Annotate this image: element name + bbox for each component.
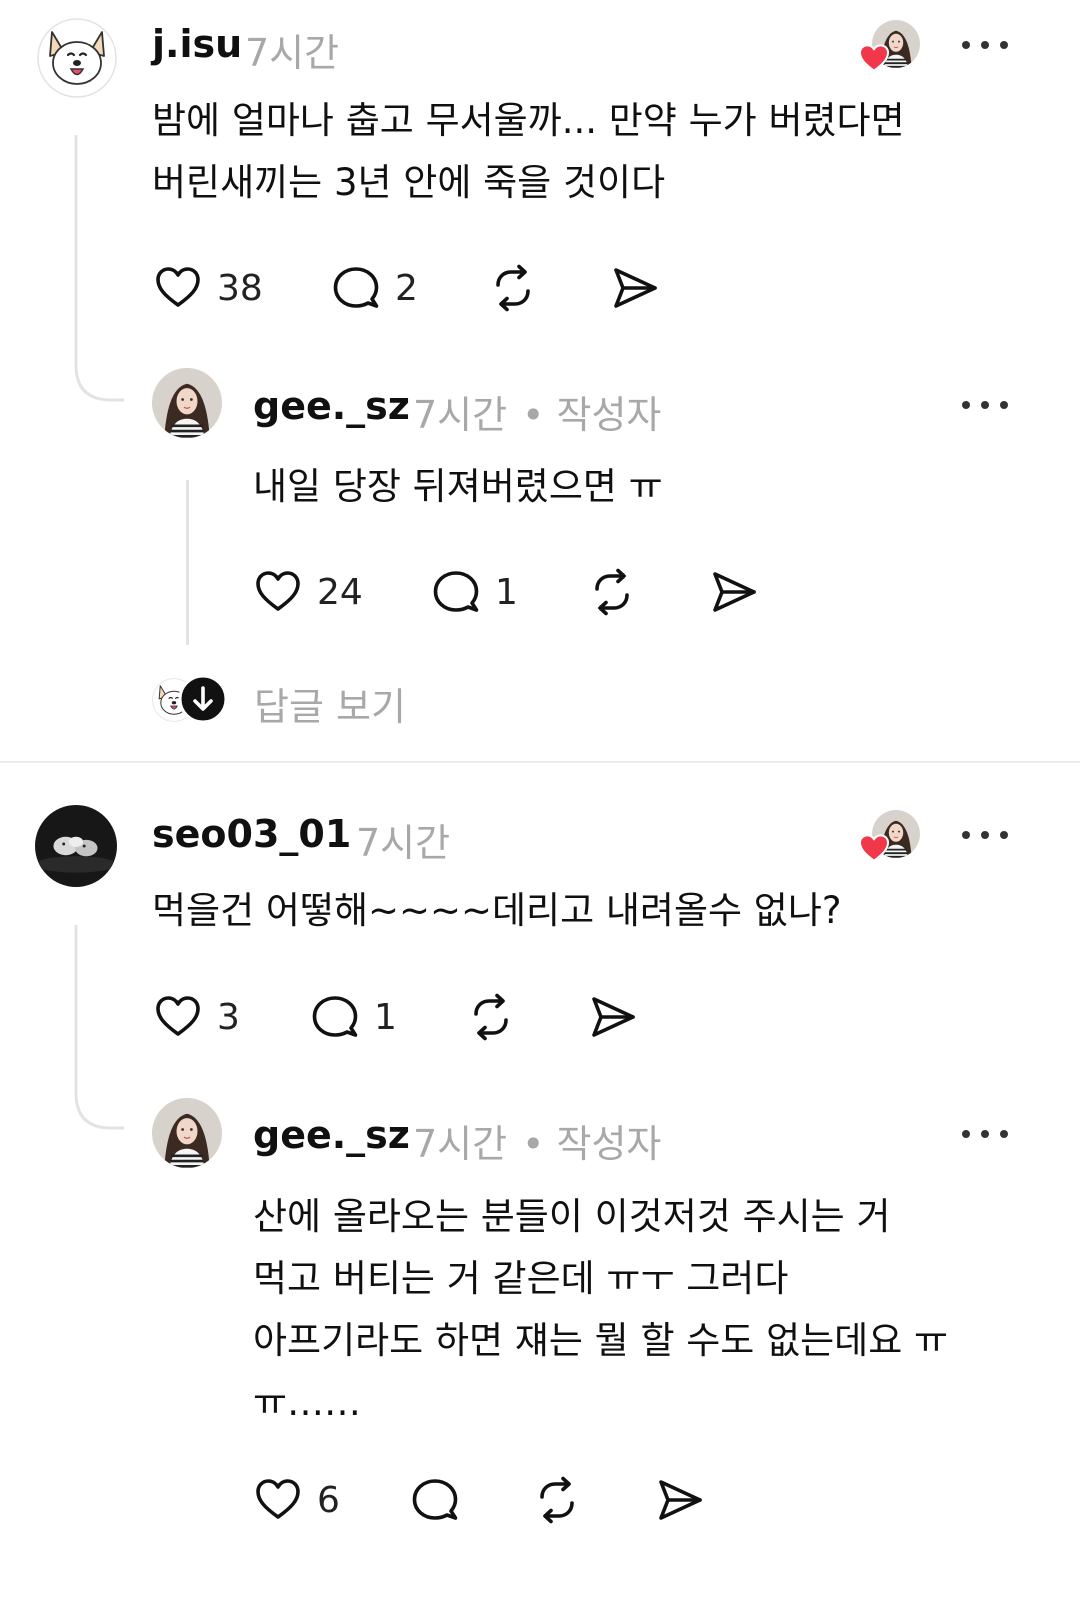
- thread-line: [186, 480, 189, 645]
- like-count: 3: [217, 996, 240, 1038]
- send-icon: [655, 1476, 705, 1524]
- dog-avatar-icon: [37, 18, 117, 98]
- more-dots-icon[interactable]: [962, 827, 1008, 843]
- avatar[interactable]: [37, 18, 117, 98]
- comment-bubble-icon: [331, 264, 381, 312]
- send-icon: [610, 264, 660, 312]
- timestamp: 7시간: [413, 393, 508, 437]
- repost-icon: [488, 264, 538, 312]
- send-icon: [709, 568, 759, 616]
- repost-button[interactable]: [587, 568, 637, 616]
- comment-text: 산에 올라오는 분들이 이것저것 주시는 거 먹고 버티는 거 같은데 ㅠㅜ 그…: [253, 1195, 949, 1424]
- view-replies-label: 답글 보기: [254, 685, 406, 729]
- username[interactable]: gee._sz: [253, 1113, 410, 1157]
- share-button[interactable]: [709, 568, 759, 616]
- avatar[interactable]: [35, 805, 117, 887]
- reply-count: 2: [395, 267, 418, 309]
- like-count: 38: [217, 267, 263, 309]
- send-icon: [588, 993, 638, 1041]
- username[interactable]: j.isu: [152, 22, 242, 66]
- red-heart-badge-icon: [858, 42, 890, 74]
- username[interactable]: seo03_01: [152, 812, 351, 856]
- avatar[interactable]: [152, 368, 222, 438]
- divider: [0, 761, 1080, 763]
- comment-bubble-icon: [410, 1476, 460, 1524]
- share-button[interactable]: [588, 993, 638, 1041]
- more-dots-icon[interactable]: [962, 37, 1008, 53]
- timestamp: 7시간: [245, 31, 340, 75]
- comment-text: 먹을건 어떻해~~~~데리고 내려올수 없나?: [152, 889, 842, 932]
- reply-count: 1: [374, 996, 397, 1038]
- comment-text: 내일 당장 뒤져버렸으면 ㅠ: [253, 465, 663, 508]
- heart-outline-icon: [253, 568, 303, 616]
- comment-button[interactable]: 1: [431, 568, 518, 616]
- liked-by-author-badge: [858, 810, 912, 864]
- heart-outline-icon: [153, 993, 203, 1041]
- like-button[interactable]: 3: [153, 993, 240, 1041]
- comment-bubble-icon: [431, 568, 481, 616]
- girl-avatar-icon: [152, 1098, 222, 1168]
- thread-connector: [74, 135, 124, 402]
- like-button[interactable]: 38: [153, 264, 263, 312]
- heart-outline-icon: [253, 1476, 303, 1524]
- thread-connector: [74, 925, 124, 1130]
- repost-button[interactable]: [532, 1476, 582, 1524]
- comment-text: 밤에 얼마나 춥고 무서울까... 만약 누가 버렸다면 버린새끼는 3년 안에…: [152, 99, 905, 204]
- comment-button[interactable]: 1: [310, 993, 397, 1041]
- like-count: 24: [317, 571, 363, 613]
- reply-count: 1: [495, 571, 518, 613]
- author-tag: • 작성자: [522, 1122, 662, 1166]
- dogs-photo-avatar-icon: [35, 805, 117, 887]
- like-button[interactable]: 24: [253, 568, 363, 616]
- comment-button[interactable]: [410, 1476, 460, 1524]
- like-count: 6: [317, 1479, 340, 1521]
- arrow-down-circle-icon: [178, 674, 228, 724]
- view-replies-button[interactable]: 답글 보기: [152, 672, 452, 729]
- more-dots-icon[interactable]: [962, 1126, 1008, 1142]
- red-heart-badge-icon: [858, 832, 890, 864]
- repost-icon: [466, 993, 516, 1041]
- liked-by-author-badge: [858, 20, 912, 74]
- girl-avatar-icon: [152, 368, 222, 438]
- author-tag: • 작성자: [522, 393, 662, 437]
- comment-button[interactable]: 2: [331, 264, 418, 312]
- timestamp: 7시간: [356, 821, 451, 865]
- repost-icon: [532, 1476, 582, 1524]
- share-button[interactable]: [610, 264, 660, 312]
- avatar[interactable]: [152, 1098, 222, 1168]
- repost-button[interactable]: [466, 993, 516, 1041]
- timestamp: 7시간: [413, 1122, 508, 1166]
- heart-outline-icon: [153, 264, 203, 312]
- like-button[interactable]: 6: [253, 1476, 340, 1524]
- more-dots-icon[interactable]: [962, 397, 1008, 413]
- repost-icon: [587, 568, 637, 616]
- username[interactable]: gee._sz: [253, 384, 410, 428]
- comment-bubble-icon: [310, 993, 360, 1041]
- share-button[interactable]: [655, 1476, 705, 1524]
- repost-button[interactable]: [488, 264, 538, 312]
